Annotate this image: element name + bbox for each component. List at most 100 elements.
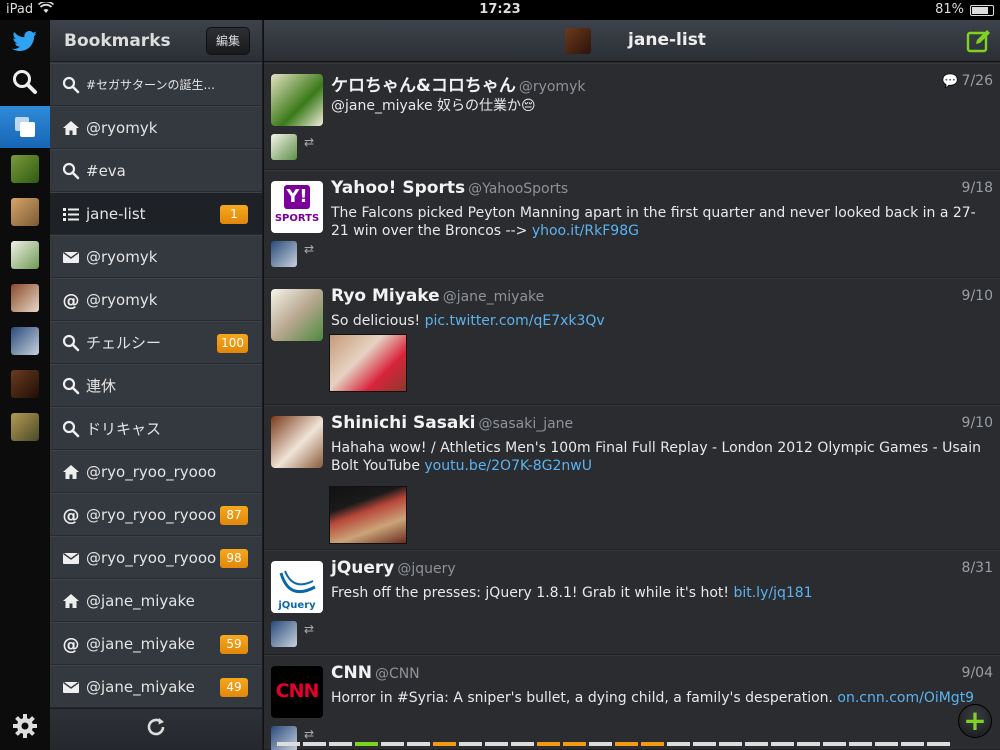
bookmark-label: @ryomyk: [86, 247, 158, 266]
tweet-date: 9/04: [961, 665, 993, 681]
bookmark-item[interactable]: @jane_miyake 49: [50, 665, 262, 708]
tweet-photo-thumbnail[interactable]: [329, 486, 407, 544]
tweet-link[interactable]: on.cnn.com/OiMgt9: [837, 690, 974, 706]
author-handle[interactable]: @jane_miyake: [443, 289, 545, 305]
portrait-avatar[interactable]: [11, 370, 39, 398]
ryo-avatar[interactable]: [11, 241, 39, 269]
retweeter-avatar[interactable]: [271, 241, 297, 267]
tweet-row[interactable]: Ryo Miyake @jane_miyake 9/10 So delicious! …: [264, 278, 1000, 405]
cnn-avatar[interactable]: CNN: [271, 666, 323, 718]
bookmark-item[interactable]: ドリキャス: [50, 407, 262, 450]
position-tick: [433, 742, 456, 746]
refresh-button[interactable]: [50, 708, 262, 750]
bookmark-item[interactable]: @jane_miyake: [50, 579, 262, 622]
bookmark-label: #セガサターンの誕生...: [86, 78, 215, 92]
bookmark-item[interactable]: 連休: [50, 364, 262, 407]
cat-avatar[interactable]: [11, 198, 39, 226]
bookmarks-header: Bookmarks 編集: [50, 20, 262, 62]
add-button[interactable]: +: [958, 704, 992, 738]
tweet-author-line: CNN @CNN: [331, 663, 420, 683]
position-tick: [563, 742, 586, 746]
tweet-text: Horror in #Syria: A sniper's bullet, a d…: [331, 690, 975, 706]
unread-badge: 87: [220, 506, 248, 525]
tweet-row[interactable]: Y! SPORTS ⇄ Yahoo! Sports @YahooSports 9/18 Th…: [264, 170, 1000, 278]
tweet-date: 9/18: [961, 180, 993, 196]
yahoo-avatar[interactable]: Y! SPORTS: [271, 181, 323, 233]
tweet-author-line: ケロちゃん&コロちゃん @ryomyk: [331, 71, 585, 96]
bookmark-item[interactable]: #eva: [50, 149, 262, 192]
tweet-row[interactable]: ⇄ ケロちゃん&コロちゃん @ryomyk 💬 7/26 @jane_miyake 奴らの…: [264, 63, 1000, 170]
dog-avatar[interactable]: [11, 284, 39, 312]
search-icon[interactable]: [5, 62, 45, 102]
author-handle[interactable]: @sasaki_jane: [478, 416, 573, 432]
author-name[interactable]: ケロちゃん&コロちゃん: [331, 76, 516, 96]
position-tick: [407, 742, 430, 746]
mail-icon: [62, 248, 80, 266]
bookmark-label: @jane_miyake: [86, 677, 195, 696]
bookmark-label: @jane_miyake: [86, 591, 195, 610]
author-handle[interactable]: @CNN: [375, 666, 420, 682]
svg-text:@: @: [63, 291, 80, 309]
tweet-row[interactable]: Shinichi Sasaki @sasaki_jane 9/10 Hahaha wo…: [264, 405, 1000, 550]
tweet-author-line: Ryo Miyake @jane_miyake: [331, 286, 544, 306]
bookmark-item[interactable]: #セガサターンの誕生...: [50, 63, 262, 106]
bookmark-item[interactable]: @ryomyk: [50, 106, 262, 149]
author-name[interactable]: Shinichi Sasaki: [331, 413, 475, 433]
position-tick: [459, 742, 482, 746]
author-name[interactable]: Yahoo! Sports: [331, 178, 465, 198]
tweet-row[interactable]: jQuery ⇄ jQuery @jquery 8/31 Fresh off the pr…: [264, 550, 1000, 655]
author-name[interactable]: CNN: [331, 663, 372, 683]
bookmarks-icon[interactable]: [0, 106, 50, 148]
author-handle[interactable]: @jquery: [397, 561, 455, 577]
bookmark-item[interactable]: jane-list 1: [50, 192, 262, 235]
author-name[interactable]: Ryo Miyake: [331, 286, 440, 306]
tweet-text: @jane_miyake 奴らの仕業か😔: [331, 98, 536, 114]
tweet-link[interactable]: youtu.be/2O7K-8G2nwU: [424, 458, 592, 474]
compose-icon[interactable]: [966, 28, 992, 54]
position-tick: [927, 742, 950, 746]
unread-badge: 98: [220, 549, 248, 568]
tweet-link[interactable]: bit.ly/jq181: [733, 585, 812, 601]
position-tick: [719, 742, 742, 746]
author-handle[interactable]: @ryomyk: [519, 79, 586, 95]
retweeter-avatar[interactable]: [271, 134, 297, 160]
tweet-photo-thumbnail[interactable]: [329, 334, 407, 392]
tweet-link[interactable]: pic.twitter.com/qE7xk3Qv: [425, 313, 605, 329]
bookmark-item[interactable]: @ @ryo_ryoo_ryooo 87: [50, 493, 262, 536]
bookmark-item[interactable]: @ryo_ryoo_ryooo: [50, 450, 262, 493]
refresh-icon: [145, 716, 167, 744]
settings-icon[interactable]: [5, 706, 45, 746]
retweeter-avatar[interactable]: [271, 621, 297, 647]
bookmark-item[interactable]: @ryomyk: [50, 235, 262, 278]
position-tick: [797, 742, 820, 746]
dog-avatar[interactable]: [271, 416, 323, 468]
ryo-avatar[interactable]: [271, 289, 323, 341]
robot-avatar[interactable]: [11, 327, 39, 355]
frog-avatar[interactable]: [11, 155, 39, 183]
bookmark-item[interactable]: @ @ryomyk: [50, 278, 262, 321]
svg-text:jQuery: jQuery: [277, 600, 316, 611]
tweet-date: 8/31: [961, 560, 993, 576]
bookmark-item[interactable]: @ryo_ryoo_ryooo 98: [50, 536, 262, 579]
bookmark-label: @ryomyk: [86, 290, 158, 309]
twitter-bird-icon[interactable]: [5, 22, 45, 62]
jquery-avatar[interactable]: jQuery: [271, 561, 323, 613]
tweet-link[interactable]: yhoo.it/RkF98G: [532, 223, 639, 239]
bookmark-item[interactable]: チェルシー 100: [50, 321, 262, 364]
battery-icon: [970, 5, 994, 16]
at-icon: @: [62, 291, 80, 309]
bookmark-list: #セガサターンの誕生... @ryomyk #eva jane-list 1 @ryomy…: [50, 63, 262, 708]
timeline-pane: jane-list ⇄ ケロちゃん&コロちゃん @ryomyk 💬 7/26 @jane_…: [264, 20, 1000, 750]
tiger-avatar[interactable]: [11, 413, 39, 441]
edit-button[interactable]: 編集: [206, 27, 250, 55]
author-name[interactable]: jQuery: [331, 558, 394, 578]
tweet-row[interactable]: CNN ⇄ CNN @CNN 9/04 Horror in #Syria: A snipe…: [264, 655, 1000, 750]
status-bar: iPad 17:23 81%: [0, 0, 1000, 20]
unread-badge: 1: [220, 205, 248, 224]
author-handle[interactable]: @YahooSports: [468, 181, 568, 197]
frog-avatar[interactable]: [271, 74, 323, 126]
position-tick: [537, 742, 560, 746]
bookmark-item[interactable]: @ @jane_miyake 59: [50, 622, 262, 665]
mail-icon: [62, 678, 80, 696]
position-tick: [641, 742, 664, 746]
